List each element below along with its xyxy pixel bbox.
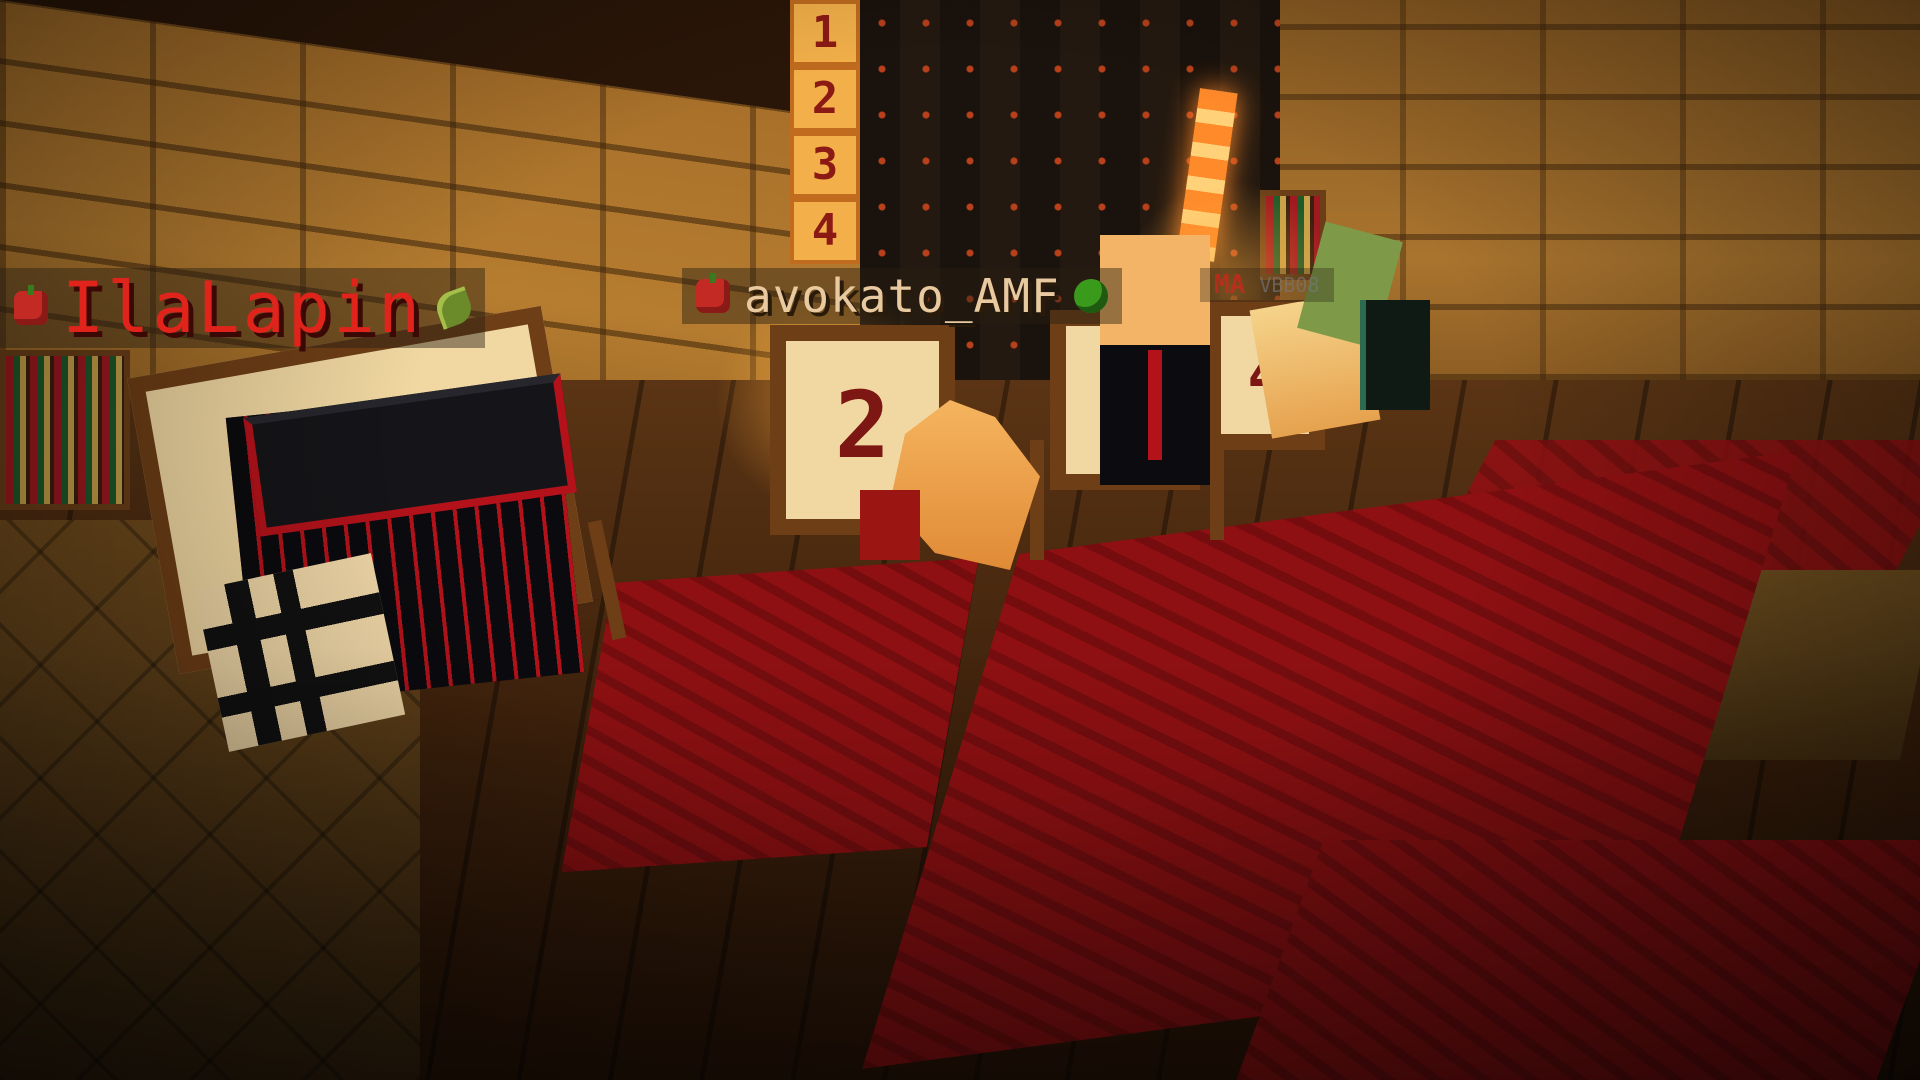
nametag-avokato-amf: avokato_AMF [682,268,1122,324]
nametag-name: IlaLapin [62,267,424,349]
demon-icon [696,273,730,313]
nametag-rest: VBB08 [1259,273,1320,297]
nametag-name: MA [1214,270,1246,300]
nametag-name: avokato_AMF [744,269,1060,323]
leaf-icon [432,286,476,330]
green-gem-icon [1073,279,1108,313]
apple-icon [14,285,48,325]
nametag-distant: MA VBB08 [1200,268,1334,302]
nametag-ilalapin: IlaLapin [0,267,486,349]
game-viewport[interactable]: 1 2 3 4 2 3 4 IlaLapin avokato_AMF MA VB… [0,0,1920,1080]
lighting-vignette [0,0,1920,1080]
